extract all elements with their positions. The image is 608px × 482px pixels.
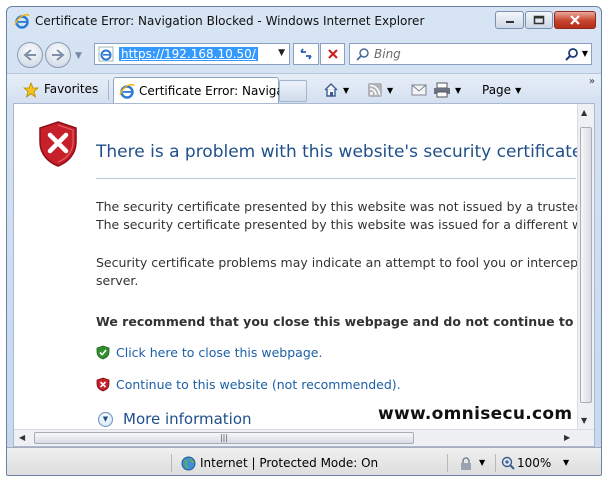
address-dropdown[interactable]: ▼ — [278, 48, 285, 58]
page-content: There is a problem with this website's s… — [13, 103, 595, 447]
new-tab-button[interactable] — [279, 80, 307, 102]
recommendation-text: We recommend that you close this webpage… — [96, 314, 595, 329]
search-icon[interactable] — [565, 47, 579, 61]
page-menu-label: Page — [482, 83, 512, 97]
address-bar[interactable]: https://192.168.10.50/ ▼ — [94, 43, 290, 65]
window-title: Certificate Error: Navigation Blocked - … — [35, 14, 425, 28]
search-box[interactable]: Bing ▼ — [349, 43, 592, 65]
refresh-button[interactable] — [293, 43, 319, 65]
more-information-row[interactable]: ▼ More information — [98, 410, 252, 428]
error-text-line: The security certificate presented by th… — [96, 217, 595, 232]
chevron-down-icon[interactable]: ▼ — [455, 86, 461, 95]
toolbar-overflow-chevron[interactable]: » — [589, 76, 595, 87]
globe-icon — [181, 456, 196, 471]
back-arrow-icon — [23, 49, 36, 61]
print-icon — [434, 82, 450, 98]
refresh-icon — [300, 48, 312, 60]
more-information-link[interactable]: More information — [123, 410, 252, 428]
url-text[interactable]: https://192.168.10.50/ — [119, 47, 258, 61]
continue-row: Continue to this website (not recommende… — [96, 377, 401, 392]
favorites-bar: Favorites Certificate Error: Naviga... ▼… — [7, 73, 601, 104]
forward-button[interactable] — [45, 42, 71, 68]
star-icon — [23, 82, 39, 98]
browser-window: Certificate Error: Navigation Blocked - … — [6, 6, 602, 476]
title-bar: Certificate Error: Navigation Blocked - … — [7, 7, 601, 35]
scroll-down-arrow[interactable]: ▼ — [581, 416, 587, 425]
shield-error-icon — [96, 377, 110, 392]
back-button[interactable] — [17, 42, 43, 68]
status-divider — [495, 454, 496, 472]
print-button[interactable]: ▼ — [433, 82, 461, 98]
maximize-button[interactable] — [525, 11, 553, 29]
favorites-button[interactable]: Favorites — [44, 82, 98, 96]
chevron-down-icon[interactable]: ▼ — [387, 86, 393, 95]
chevron-down-icon[interactable]: ▼ — [343, 86, 349, 95]
scroll-right-arrow[interactable]: ▶ — [564, 433, 570, 442]
search-options-dropdown[interactable]: ▼ — [582, 49, 588, 58]
minimize-button[interactable] — [495, 11, 524, 29]
vertical-scroll-thumb[interactable] — [580, 127, 592, 403]
status-bar: Internet | Protected Mode: On ▼ 100% ▼ — [7, 447, 601, 475]
security-zone-status[interactable]: Internet | Protected Mode: On — [200, 456, 378, 470]
close-page-row: Click here to close this webpage. — [96, 345, 322, 360]
recent-pages-dropdown[interactable]: ▼ — [75, 51, 82, 61]
ie-icon — [119, 84, 135, 99]
shield-ok-icon — [96, 345, 110, 360]
home-icon — [324, 83, 338, 97]
vertical-scrollbar[interactable]: ▲ ▼ — [577, 104, 594, 430]
forward-arrow-icon — [52, 49, 65, 61]
close-webpage-link[interactable]: Click here to close this webpage. — [116, 345, 322, 360]
warning-text-line: Security certificate problems may indica… — [96, 255, 595, 270]
zoom-level[interactable]: 100% — [517, 456, 551, 470]
tab-certificate-error[interactable]: Certificate Error: Naviga... — [113, 77, 295, 104]
status-divider — [447, 454, 448, 472]
horizontal-scrollbar[interactable]: ◀ ||| ▶ — [14, 429, 594, 446]
scroll-up-arrow[interactable]: ▲ — [581, 108, 587, 117]
divider — [96, 178, 576, 179]
ie-icon — [14, 14, 30, 29]
warning-text-line: server. — [96, 273, 139, 288]
ie-page-icon — [98, 46, 114, 62]
chevron-down-icon[interactable]: ▼ — [98, 411, 113, 427]
shield-error-icon — [39, 121, 77, 167]
continue-to-website-link[interactable]: Continue to this website (not recommende… — [116, 377, 401, 392]
mail-icon — [411, 84, 427, 96]
search-placeholder: Bing — [374, 47, 401, 61]
bing-search-icon — [356, 48, 369, 61]
close-window-button[interactable] — [554, 11, 596, 29]
separator — [108, 80, 109, 100]
close-icon — [570, 15, 580, 25]
tab-label: Certificate Error: Naviga... — [139, 84, 296, 98]
feeds-button[interactable]: ▼ — [367, 82, 393, 98]
stop-button[interactable] — [320, 43, 345, 65]
chevron-down-icon[interactable]: ▼ — [479, 458, 485, 467]
page-title: There is a problem with this website's s… — [96, 142, 588, 162]
protected-mode-icon[interactable] — [459, 457, 475, 471]
chevron-down-icon: ▼ — [515, 85, 522, 95]
scroll-left-arrow[interactable]: ◀ — [19, 433, 25, 442]
error-text-line: The security certificate presented by th… — [96, 199, 594, 214]
home-button[interactable]: ▼ — [323, 82, 349, 98]
chevron-down-icon[interactable]: ▼ — [563, 458, 569, 467]
minimize-icon — [505, 21, 514, 23]
page-menu[interactable]: Page ▼ — [482, 82, 521, 98]
maximize-icon — [533, 15, 545, 25]
horizontal-scroll-thumb[interactable]: ||| — [34, 432, 414, 444]
rss-icon — [368, 83, 382, 97]
stop-icon — [327, 49, 338, 59]
zoom-icon[interactable] — [501, 456, 515, 470]
watermark-text: www.omnisecu.com — [378, 404, 573, 424]
status-divider — [171, 454, 172, 472]
read-mail-button[interactable] — [411, 82, 427, 98]
